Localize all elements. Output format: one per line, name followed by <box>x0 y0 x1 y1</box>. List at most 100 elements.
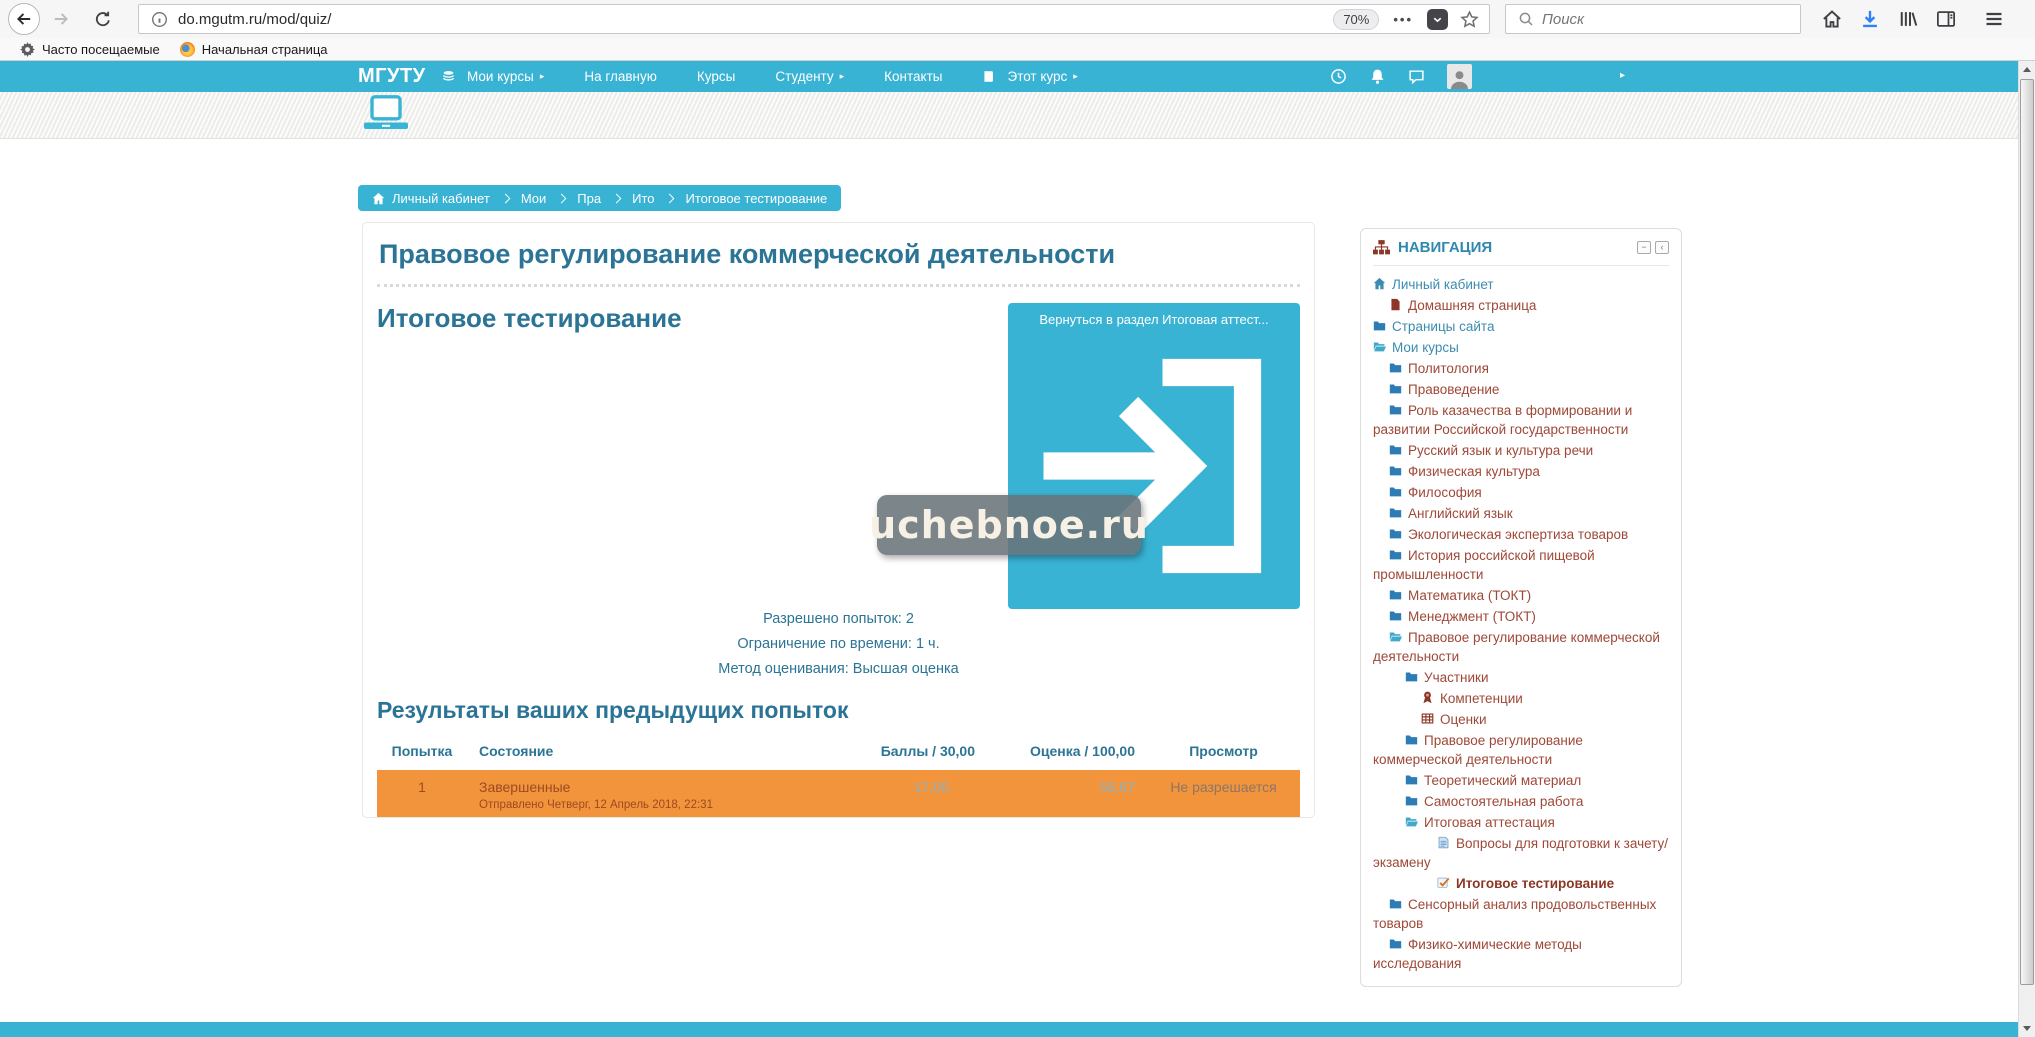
folder-open-icon <box>1373 340 1387 353</box>
nav-expand-arrow-icon[interactable]: ▸ <box>1620 70 1625 81</box>
sidebar-item-14[interactable]: Менеджмент (ТОКТ) <box>1373 606 1669 627</box>
menu-hamburger-icon[interactable] <box>1984 9 2004 29</box>
sidebar-item-2[interactable]: Страницы сайта <box>1373 316 1669 337</box>
table-header: Состояние <box>467 734 837 770</box>
breadcrumb-item-1[interactable]: Мои <box>521 191 546 206</box>
sidebar-item-10[interactable]: Английский язык <box>1373 503 1669 524</box>
url-bar[interactable]: do.mgutm.ru/mod/quiz/ 70% ••• <box>138 4 1490 34</box>
clock-icon[interactable] <box>1330 68 1347 85</box>
sidebar-item-5[interactable]: Правоведение <box>1373 379 1669 400</box>
sidebar-item-label: Домашняя страница <box>1408 298 1536 313</box>
sidebar-item-label: Философия <box>1408 485 1482 500</box>
chat-icon[interactable] <box>1408 68 1425 85</box>
bookmark-star-icon[interactable] <box>1460 10 1479 29</box>
caret-right-icon: ▸ <box>540 72 545 81</box>
scroll-up-icon[interactable] <box>2019 61 2035 78</box>
sidebar-item-label: Физическая культура <box>1408 464 1540 479</box>
sidebar-item-13[interactable]: Математика (ТОКТ) <box>1373 585 1669 606</box>
bookmarks-bar: Часто посещаемые Начальная страница <box>0 38 2035 61</box>
pocket-icon[interactable] <box>1427 9 1448 30</box>
scrollbar[interactable] <box>2018 61 2035 1037</box>
site-info-icon[interactable] <box>151 11 168 28</box>
zoom-level-badge[interactable]: 70% <box>1333 9 1379 30</box>
folder-icon <box>1389 897 1403 910</box>
sidebar-item-15[interactable]: Правовое регулирование коммерческой деят… <box>1373 627 1669 667</box>
sidebar-item-23[interactable]: Вопросы для подготовки к зачету/экзамену <box>1373 833 1669 873</box>
layers-icon <box>442 70 456 83</box>
dock-block-icon[interactable]: ‹ <box>1655 241 1669 254</box>
download-icon[interactable] <box>1860 9 1880 29</box>
sidebar-item-label: Правоведение <box>1408 382 1499 397</box>
sidebar-item-16[interactable]: Участники <box>1373 667 1669 688</box>
sidebar-item-1[interactable]: Домашняя страница <box>1373 295 1669 316</box>
sitemap-icon <box>1373 239 1390 256</box>
page-actions-icon[interactable]: ••• <box>1393 12 1413 27</box>
breadcrumb-item-3[interactable]: Ито <box>632 191 654 206</box>
forward-button[interactable] <box>52 10 70 28</box>
brand-logo[interactable]: МГУТУ <box>358 65 426 88</box>
sidebar-item-18[interactable]: Оценки <box>1373 709 1669 730</box>
folder-icon <box>1405 733 1419 746</box>
sidebar-item-11[interactable]: Экологическая экспертиза товаров <box>1373 524 1669 545</box>
breadcrumb-label: Личный кабинет <box>392 191 490 206</box>
folder-icon <box>1389 937 1403 950</box>
nav-item-5[interactable]: Этот курс▸ <box>982 69 1077 84</box>
bookmark-frequent[interactable]: Часто посещаемые <box>20 42 160 57</box>
bookmark-home-page[interactable]: Начальная страница <box>180 42 328 57</box>
sidebar-item-26[interactable]: Физико-химические методы исследования <box>1373 934 1669 974</box>
check-icon <box>1437 876 1451 889</box>
breadcrumb-item-4[interactable]: Итоговое тестирование <box>685 191 827 206</box>
sidebar-item-0[interactable]: Личный кабинет <box>1373 274 1669 295</box>
sidebar-item-8[interactable]: Физическая культура <box>1373 461 1669 482</box>
sidebar-item-24[interactable]: Итоговое тестирование <box>1373 873 1669 894</box>
refresh-button[interactable] <box>94 10 112 28</box>
laptop-logo-icon[interactable] <box>362 95 410 133</box>
nav-item-1[interactable]: На главную <box>584 69 657 84</box>
scroll-down-icon[interactable] <box>2019 1020 2035 1037</box>
nav-item-4[interactable]: Контакты <box>884 69 942 84</box>
bell-icon[interactable] <box>1369 68 1386 85</box>
breadcrumb-item-0[interactable]: Личный кабинет <box>372 191 490 206</box>
sidebar-item-17[interactable]: Компетенции <box>1373 688 1669 709</box>
sidebar-item-22[interactable]: Итоговая аттестация <box>1373 812 1669 833</box>
home-icon[interactable] <box>1822 9 1842 29</box>
back-to-section-button-top[interactable]: Вернуться в раздел Итоговая аттест... <box>1008 303 1300 609</box>
sidebar-item-label: Английский язык <box>1408 506 1513 521</box>
sidebar-item-12[interactable]: История российской пищевой промышленност… <box>1373 545 1669 585</box>
collapse-block-icon[interactable]: − <box>1637 241 1651 254</box>
back-button[interactable] <box>8 3 40 35</box>
library-icon[interactable] <box>1898 9 1918 29</box>
sidebar-item-20[interactable]: Теоретический материал <box>1373 770 1669 791</box>
main-content-card: Правовое регулирование коммерческой деят… <box>362 222 1315 818</box>
table-header: Попытка <box>377 734 467 770</box>
watermark: uchebnoe.ru <box>877 495 1141 555</box>
sidebar-item-label: Роль казачества в формировании и развити… <box>1373 403 1632 437</box>
url-text[interactable]: do.mgutm.ru/mod/quiz/ <box>178 11 1333 28</box>
avatar[interactable] <box>1447 64 1472 89</box>
nav-item-3[interactable]: Студенту▸ <box>775 69 844 84</box>
sidebar-item-label: Политология <box>1408 361 1489 376</box>
scrollbar-thumb[interactable] <box>2020 79 2034 985</box>
nav-item-label: Студенту <box>775 69 833 84</box>
breadcrumb-label: Мои <box>521 191 546 206</box>
sidebar-item-21[interactable]: Самостоятельная работа <box>1373 791 1669 812</box>
breadcrumb-item-2[interactable]: Пра <box>577 191 601 206</box>
search-icon <box>1518 11 1534 27</box>
nav-item-2[interactable]: Курсы <box>697 69 735 84</box>
nav-item-0[interactable]: Мои курсы ▸ <box>442 69 544 84</box>
book-icon <box>982 70 996 83</box>
sidebar-item-4[interactable]: Политология <box>1373 358 1669 379</box>
sidebar-item-7[interactable]: Русский язык и культура речи <box>1373 440 1669 461</box>
sidebar-item-6[interactable]: Роль казачества в формировании и развити… <box>1373 400 1669 440</box>
search-input[interactable] <box>1542 11 1742 28</box>
sidebar-item-19[interactable]: Правовое регулирование коммерческой деят… <box>1373 730 1669 770</box>
sidebar-item-label: Русский язык и культура речи <box>1408 443 1593 458</box>
sidebar-item-3[interactable]: Мои курсы <box>1373 337 1669 358</box>
search-bar[interactable] <box>1505 4 1801 34</box>
folder-open-icon <box>1389 630 1403 643</box>
sidebar-item-25[interactable]: Сенсорный анализ продовольственных товар… <box>1373 894 1669 934</box>
sidebar-toggle-icon[interactable] <box>1936 9 1956 29</box>
nav-item-label: Мои курсы <box>467 69 534 84</box>
attempt-state: ЗавершенныеОтправлено Четверг, 12 Апрель… <box>467 770 837 819</box>
sidebar-item-9[interactable]: Философия <box>1373 482 1669 503</box>
